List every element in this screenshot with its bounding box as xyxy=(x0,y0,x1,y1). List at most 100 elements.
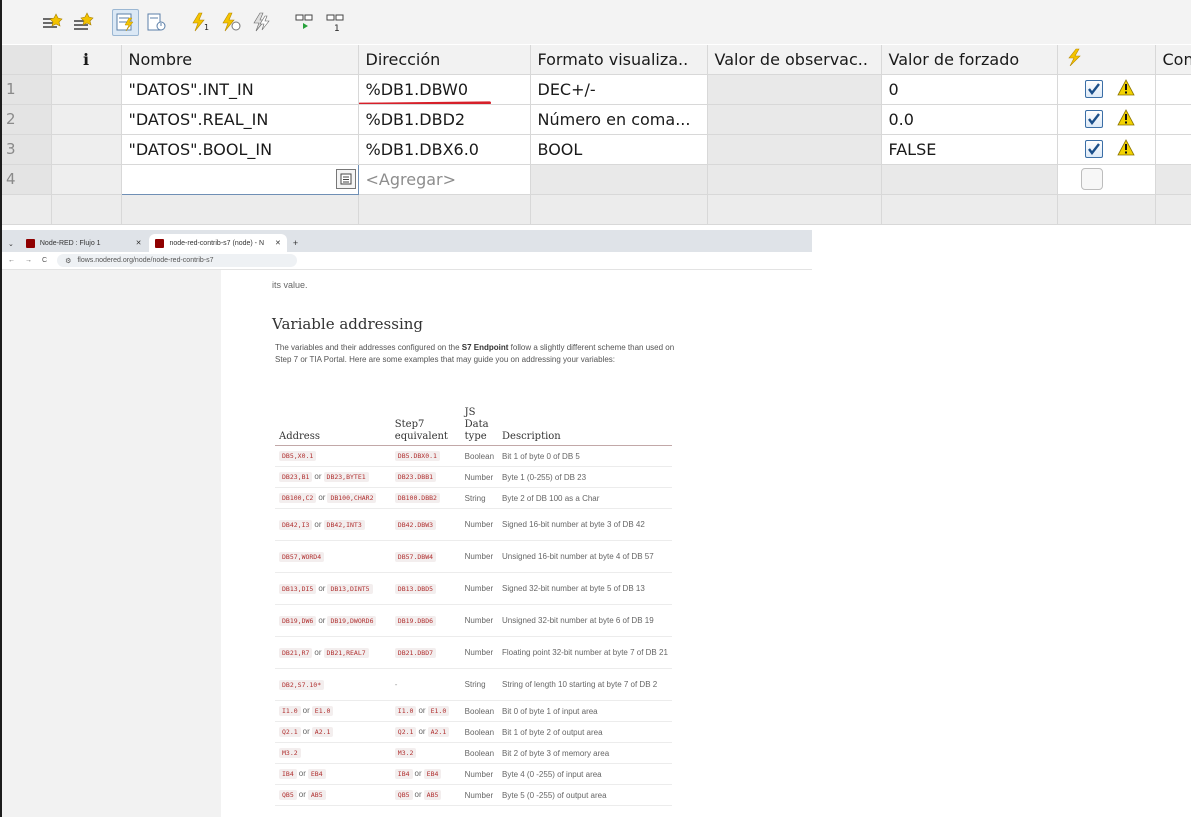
address-cell[interactable]: %DB1.DBW0 xyxy=(358,74,531,105)
stop-force-icon[interactable] xyxy=(217,9,244,36)
display-format-cell[interactable]: Número en coma... xyxy=(530,104,708,135)
row-number[interactable]: 4 xyxy=(2,164,52,195)
reload-icon[interactable]: C xyxy=(42,257,47,264)
address-code: M3.2 xyxy=(279,748,301,758)
address-code: DB19,DW6 xyxy=(279,615,317,626)
variable-name-cell[interactable]: "DATOS".REAL_IN xyxy=(121,104,359,135)
description-cell: Signed 16-bit number at byte 3 of DB 42 xyxy=(498,508,672,541)
site-info-icon[interactable]: ⚙ xyxy=(65,257,71,265)
js-type-cell: String xyxy=(460,668,499,701)
intro-paragraph: The variables and their addresses config… xyxy=(275,343,675,364)
url-field[interactable]: ⚙ flows.nodered.org/node/node-red-contri… xyxy=(57,254,298,267)
force-checkbox[interactable] xyxy=(1084,140,1103,158)
add-placeholder: <Agregar> xyxy=(365,169,457,189)
display-format-cell xyxy=(530,164,708,195)
force-flag-cell[interactable] xyxy=(1057,164,1156,195)
empty-cell xyxy=(51,194,122,225)
header-display-format[interactable]: Formato visualiza.. xyxy=(530,45,708,75)
new-tab-icon[interactable]: + xyxy=(289,238,304,252)
address-code: DB42.DBW3 xyxy=(394,519,437,530)
header-force-value[interactable]: Valor de forzado xyxy=(881,45,1058,75)
monitor-once-icon[interactable] xyxy=(143,9,170,36)
tab-node-red-contrib-s7[interactable]: node-red-contrib-s7 (node) - N ✕ xyxy=(149,234,287,252)
force-flag-cell[interactable] xyxy=(1057,74,1156,105)
back-icon[interactable]: ← xyxy=(8,257,15,264)
address-cell: QB5 or AB5 xyxy=(275,784,391,806)
force-icon[interactable]: 1 xyxy=(186,9,213,36)
force-checkbox[interactable] xyxy=(1084,80,1103,98)
table-row: DB42,I3 or DB42,INT3 DB42.DBW3 Number Signed … xyxy=(275,508,672,541)
force-all-icon[interactable] xyxy=(248,9,275,36)
table-row[interactable]: 2 "DATOS".REAL_IN %DB1.DBD2 Número en coma.… xyxy=(2,104,1191,135)
comment-cell[interactable] xyxy=(1155,74,1191,105)
address-cell[interactable]: %DB1.DBX6.0 xyxy=(358,134,531,165)
address-code: I1.0 xyxy=(394,706,417,716)
page-content: its value. Variable addressing The varia… xyxy=(2,270,812,817)
url-text: flows.nodered.org/node/node-red-contrib-… xyxy=(77,257,214,264)
comment-cell[interactable] xyxy=(1155,134,1191,165)
monitor-value-cell xyxy=(707,134,882,165)
header-name[interactable]: Nombre xyxy=(121,45,359,75)
tia-watch-table-panel: 1 1 i Nombre Dirección Formato visualiza… xyxy=(0,0,1191,230)
header-info[interactable]: i xyxy=(51,45,122,75)
new-variable-name-input[interactable] xyxy=(120,163,359,195)
row-info-cell xyxy=(51,74,122,105)
description-cell: Bit 1 of byte 2 of output area xyxy=(498,721,672,743)
address-code: I1.0 xyxy=(279,706,301,716)
connect-once-icon[interactable]: 1 xyxy=(322,9,349,36)
step7-cell: DB5.DBX0.1 xyxy=(390,445,461,467)
description-cell: Floating point 32-bit number at byte 7 o… xyxy=(498,636,672,669)
comment-cell[interactable] xyxy=(1155,104,1191,135)
force-value-cell[interactable]: 0 xyxy=(881,74,1058,105)
tab-node-red-flow[interactable]: Node-RED : Flujo 1 ✕ xyxy=(20,234,148,252)
description-cell: Byte 1 (0-255) of DB 23 xyxy=(498,466,672,488)
row-number[interactable]: 2 xyxy=(2,104,52,135)
force-flag-cell[interactable] xyxy=(1057,134,1156,165)
table-row[interactable]: 1 "DATOS".INT_IN %DB1.DBW0 DEC+/- 0 xyxy=(2,74,1191,105)
add-placeholder-cell[interactable]: <Agregar> xyxy=(358,164,531,195)
display-format-cell[interactable]: BOOL xyxy=(530,134,708,165)
force-flag-cell[interactable] xyxy=(1057,104,1156,135)
js-type-cell: Number xyxy=(460,508,499,541)
force-checkbox[interactable] xyxy=(1080,168,1103,190)
tag-list-icon[interactable] xyxy=(335,168,356,189)
address-code: DB21,REAL7 xyxy=(323,647,369,658)
force-value-cell[interactable]: FALSE xyxy=(881,134,1058,165)
description-cell: String of length 10 starting at byte 7 o… xyxy=(498,668,672,701)
forward-icon[interactable]: → xyxy=(25,257,32,264)
variable-name-cell[interactable]: "DATOS".INT_IN xyxy=(121,74,359,105)
header-comment[interactable]: Con xyxy=(1155,45,1191,75)
tab-list-chevron-icon[interactable]: ⌄ xyxy=(8,240,18,252)
close-icon[interactable]: ✕ xyxy=(275,239,281,247)
step7-cell: DB23.DBB1 xyxy=(390,466,461,488)
connect-icon[interactable] xyxy=(291,9,318,36)
insert-row-icon[interactable] xyxy=(69,9,96,36)
close-icon[interactable]: ✕ xyxy=(136,239,142,247)
header-rownum xyxy=(2,45,52,75)
row-number[interactable]: 1 xyxy=(2,74,52,105)
address-code: DB100,C2 xyxy=(279,493,317,503)
address-code: DB57,WORD4 xyxy=(279,551,325,562)
description-cell: Byte 5 (0 -255) of output area xyxy=(498,784,672,806)
or-word: or xyxy=(314,647,322,657)
table-row-new[interactable]: 4 <Agregar> xyxy=(2,163,1191,195)
step7-cell: - xyxy=(390,668,461,701)
header-force-flag[interactable] xyxy=(1057,45,1156,75)
watch-table-grid: i Nombre Dirección Formato visualiza.. V… xyxy=(2,45,1191,225)
header-step7: Step7 equivalent xyxy=(390,405,461,446)
step7-cell: DB19.DBD6 xyxy=(390,604,461,637)
js-type-cell: Number xyxy=(460,572,499,605)
header-address[interactable]: Dirección xyxy=(358,45,531,75)
table-row[interactable]: 3 "DATOS".BOOL_IN %DB1.DBX6.0 BOOL FALSE xyxy=(2,134,1191,165)
or-word: or xyxy=(318,615,326,625)
variable-name-cell[interactable]: "DATOS".BOOL_IN xyxy=(121,134,359,165)
monitor-active-icon[interactable] xyxy=(112,8,139,36)
address-cell[interactable]: %DB1.DBD2 xyxy=(358,104,531,135)
row-number[interactable]: 3 xyxy=(2,134,52,165)
force-value-cell[interactable]: 0.0 xyxy=(881,104,1058,135)
address-code: EB4 xyxy=(307,769,326,779)
add-variable-icon[interactable] xyxy=(38,9,65,36)
display-format-cell[interactable]: DEC+/- xyxy=(530,74,708,105)
force-checkbox[interactable] xyxy=(1084,110,1103,128)
header-monitor-value[interactable]: Valor de observac.. xyxy=(707,45,882,75)
